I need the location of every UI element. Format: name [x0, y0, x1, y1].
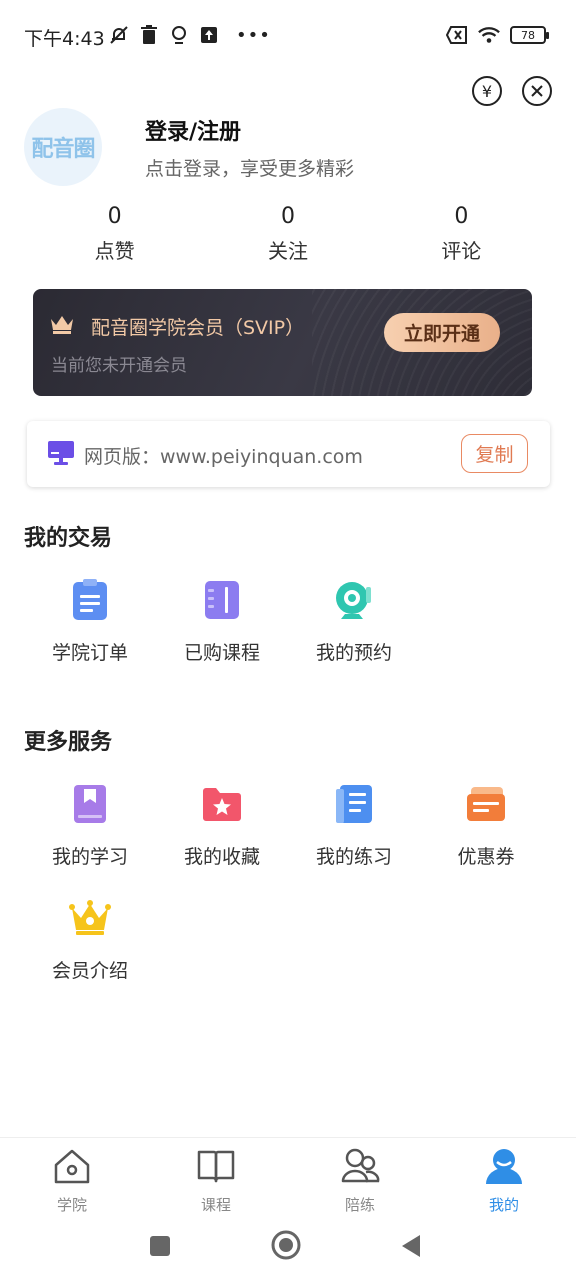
bottom-nav: 学院 课程 陪练 我的 [0, 1137, 576, 1219]
status-time: 下午4:43 [24, 28, 105, 50]
header-actions: ¥ [472, 76, 552, 106]
grid-item-practice[interactable]: 我的练习 [288, 782, 420, 869]
copy-button[interactable]: 复制 [461, 434, 528, 473]
grid-item-coupons[interactable]: 优惠券 [420, 782, 552, 869]
vip-subtitle: 当前您未开通会员 [51, 356, 187, 376]
tab-mine[interactable]: 我的 [454, 1146, 554, 1215]
monitor-icon [47, 440, 75, 470]
purchased-course-icon [200, 578, 244, 622]
avatar[interactable]: 配音圈 [24, 108, 102, 186]
status-icons-left: ••• [108, 24, 271, 46]
web-version-card: 网页版：www.peiyinquan.com 复制 [27, 421, 550, 487]
activate-vip-button[interactable]: 立即开通 [384, 313, 500, 352]
grid-label: 学院订单 [51, 642, 128, 664]
nav-label: 学院 [56, 1196, 87, 1214]
mute-bell-icon [108, 24, 130, 46]
grid-label: 已购课程 [183, 642, 260, 664]
practice-icon [332, 782, 376, 826]
stat-comments[interactable]: 0 评论 [375, 204, 548, 264]
nav-label: 课程 [200, 1196, 231, 1214]
stat-label: 点赞 [94, 239, 135, 263]
stat-value: 0 [280, 204, 295, 229]
stat-likes[interactable]: 0 点赞 [28, 204, 201, 264]
grid-item-favorites[interactable]: 我的收藏 [156, 782, 288, 869]
upload-icon [198, 24, 220, 46]
grid-label: 我的预约 [315, 642, 392, 664]
sim-off-icon [446, 24, 468, 46]
user-icon [486, 1149, 522, 1184]
nav-label: 陪练 [344, 1196, 375, 1214]
coupon-icon [464, 782, 508, 826]
stat-label: 关注 [267, 239, 308, 263]
back-button[interactable] [400, 1233, 422, 1263]
grid-item-member-intro[interactable]: 会员介绍 [24, 896, 156, 983]
login-title[interactable]: 登录/注册 [145, 114, 241, 146]
home-button[interactable] [271, 1230, 301, 1264]
order-icon [68, 578, 112, 622]
favorites-icon [200, 782, 244, 826]
grid-label: 我的练习 [315, 846, 392, 868]
login-subtitle[interactable]: 点击登录，享受更多精彩 [145, 154, 354, 181]
recents-button[interactable] [149, 1235, 171, 1261]
grid-label: 我的学习 [51, 846, 128, 868]
nav-label: 我的 [488, 1196, 519, 1214]
grid-item-orders[interactable]: 学院订单 [24, 578, 156, 665]
appointment-icon [332, 578, 376, 622]
close-icon[interactable] [522, 76, 552, 106]
tab-academy[interactable]: 学院 [22, 1146, 122, 1215]
tab-courses[interactable]: 课程 [166, 1146, 266, 1215]
currency-add-icon[interactable]: ¥ [472, 76, 502, 106]
grid-label: 优惠券 [457, 846, 515, 868]
system-nav-bar [0, 1219, 576, 1280]
vip-card[interactable]: 配音圈学院会员（SVIP） 当前您未开通会员 立即开通 [33, 289, 532, 396]
stat-label: 评论 [441, 239, 482, 263]
vip-title: 配音圈学院会员（SVIP） [91, 317, 305, 339]
grid-item-purchased-courses[interactable]: 已购课程 [156, 578, 288, 665]
people-icon [341, 1148, 380, 1183]
grid-label: 会员介绍 [51, 960, 128, 982]
more-dots-icon: ••• [236, 24, 271, 46]
stat-value: 0 [107, 204, 122, 229]
tab-practice-partner[interactable]: 陪练 [310, 1146, 410, 1215]
study-icon [68, 782, 112, 826]
status-icons-right: 78 [446, 24, 549, 46]
book-icon [197, 1150, 235, 1183]
section-title-services: 更多服务 [24, 730, 113, 755]
stat-follows[interactable]: 0 关注 [201, 204, 374, 264]
crown-icon [49, 313, 75, 339]
battery-indicator: 78 [510, 26, 549, 44]
page: 下午4:43 ••• 78 ¥ 配音圈 登录/注册 点击登录，享受更多精彩 0 … [0, 0, 576, 1280]
grid-label: 我的收藏 [183, 846, 260, 868]
status-bar: 下午4:43 ••• 78 [0, 0, 576, 72]
home-icon [54, 1149, 90, 1184]
wifi-icon [478, 24, 500, 46]
section-title-transactions: 我的交易 [24, 526, 113, 551]
trash-icon [138, 24, 160, 46]
grid-item-my-study[interactable]: 我的学习 [24, 782, 156, 869]
member-crown-icon [68, 896, 112, 940]
web-url-text: 网页版：www.peiyinquan.com [84, 446, 363, 468]
grid-item-appointments[interactable]: 我的预约 [288, 578, 420, 665]
location-icon [168, 24, 190, 46]
stat-value: 0 [454, 204, 469, 229]
stats-row: 0 点赞 0 关注 0 评论 [28, 204, 548, 264]
